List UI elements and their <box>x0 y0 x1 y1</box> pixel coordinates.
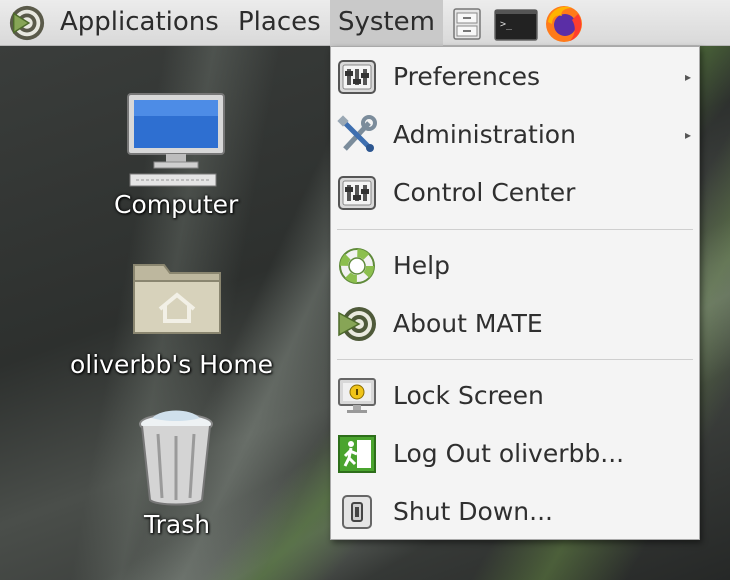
menu-item-shut-down[interactable]: Shut Down... <box>331 486 699 536</box>
help-icon <box>339 248 375 284</box>
submenu-arrow-icon: ▸ <box>684 128 691 142</box>
menu-item-administration[interactable]: Administration ▸ <box>331 109 699 159</box>
menu-separator <box>337 359 693 360</box>
menu-item-label: Help <box>393 251 450 280</box>
menu-item-label: About MATE <box>393 309 543 338</box>
menu-item-label: Administration <box>393 120 576 149</box>
menu-item-help[interactable]: Help <box>331 240 699 290</box>
desktop-icon-label: Trash <box>144 510 211 539</box>
preferences-icon <box>338 60 376 94</box>
shut-down-icon <box>342 495 372 529</box>
system-menu[interactable]: System <box>330 0 443 46</box>
control-center-icon <box>338 176 376 210</box>
menu-item-about-mate[interactable]: About MATE <box>331 298 699 348</box>
menu-item-control-center[interactable]: Control Center <box>331 167 699 217</box>
file-manager-icon[interactable] <box>448 5 486 43</box>
applications-menu[interactable]: Applications <box>52 0 227 46</box>
svg-text:>_: >_ <box>500 19 513 30</box>
menu-item-preferences[interactable]: Preferences ▸ <box>331 51 699 101</box>
terminal-icon[interactable]: >_ <box>494 5 538 43</box>
mate-logo-icon <box>338 307 376 341</box>
menu-item-log-out[interactable]: Log Out oliverbb... <box>331 428 699 478</box>
home-folder-icon <box>133 264 221 334</box>
places-menu[interactable]: Places <box>230 0 329 46</box>
system-dropdown-menu: Preferences ▸ Administration ▸ Control C… <box>330 46 700 540</box>
submenu-arrow-icon: ▸ <box>684 70 691 84</box>
computer-icon <box>127 93 225 187</box>
menu-item-lock-screen[interactable]: Lock Screen <box>331 370 699 420</box>
menu-item-label: Shut Down... <box>393 497 553 526</box>
menu-item-label: Lock Screen <box>393 381 544 410</box>
lock-screen-icon <box>338 378 376 413</box>
menu-separator <box>337 229 693 230</box>
top-panel: Applications Places System >_ <box>0 0 730 46</box>
menu-item-label: Preferences <box>393 62 541 91</box>
desktop-icon-label: Computer <box>114 190 239 219</box>
menu-item-label: Control Center <box>393 178 576 207</box>
administration-icon <box>337 115 377 152</box>
desktop-icon-label: oliverbb's Home <box>70 350 274 379</box>
log-out-icon <box>338 435 376 473</box>
mate-logo-icon[interactable] <box>8 4 46 42</box>
menu-item-label: Log Out oliverbb... <box>393 439 625 468</box>
trash-icon <box>139 410 213 506</box>
firefox-icon[interactable] <box>542 2 586 44</box>
